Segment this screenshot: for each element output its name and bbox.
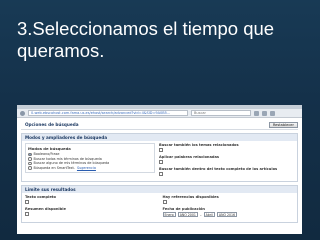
option-label: Buscar también dentro del texto completo… xyxy=(159,167,278,171)
limits-section: Limite sus resultados Texto completo Res… xyxy=(21,185,298,223)
menu-icon[interactable] xyxy=(270,110,275,116)
radio-label: Búsqueda en SmartText. xyxy=(33,166,75,171)
radio-button[interactable] xyxy=(28,152,32,157)
option-references-available: Hay referencias disponibles xyxy=(162,195,295,204)
back-icon[interactable] xyxy=(20,110,25,116)
checkbox[interactable] xyxy=(159,148,163,152)
search-modes-box: Modos de búsqueda Booleano/Frase Buscar … xyxy=(25,143,155,174)
browser-search-input[interactable]: Buscar xyxy=(191,110,251,116)
checkbox[interactable] xyxy=(159,172,163,176)
option-full-text-search: Buscar también dentro del texto completo… xyxy=(159,167,294,176)
option-label: Buscar también los temas relacionados xyxy=(159,143,239,147)
option-label: Hay referencias disponibles xyxy=(162,195,219,199)
radio-label: Buscar alguno de mis términos de búsqued… xyxy=(33,161,110,166)
publication-date-label: Fecha de publicación xyxy=(162,207,205,211)
radio-label: Buscar todos mis términos de búsqueda xyxy=(33,156,102,161)
suggestion-link[interactable]: Sugerencia xyxy=(77,166,96,170)
bookmark-icon[interactable] xyxy=(254,110,259,116)
limits-section-title: Limite sus resultados xyxy=(22,186,297,193)
radio-label: Booleano/Frase xyxy=(33,152,60,157)
option-abstract-available: Resumen disponible xyxy=(25,207,157,216)
date-separator: – xyxy=(199,212,202,217)
address-bar[interactable]: 0-web.ebscohost.com.fama.us.es/ehost/sea… xyxy=(28,110,188,116)
checkbox[interactable] xyxy=(162,200,167,204)
radio-button[interactable] xyxy=(28,161,32,166)
home-icon[interactable] xyxy=(262,110,267,116)
from-month-select[interactable]: Enero xyxy=(162,212,176,217)
slide-title: 3.Seleccionamos el tiempo que queramos. xyxy=(17,18,275,61)
radio-button[interactable] xyxy=(28,157,32,161)
options-title: Opciones de búsqueda xyxy=(25,122,79,127)
option-full-text: Texto completo xyxy=(25,195,157,204)
option-label: Texto completo xyxy=(25,195,56,199)
radio-option-smarttext[interactable]: Búsqueda en SmartText. Sugerencia xyxy=(28,166,152,171)
checkbox[interactable] xyxy=(25,200,29,204)
to-year-input[interactable]: AÑO 2016 xyxy=(216,212,238,217)
search-modes-title: Modos de búsqueda xyxy=(28,146,71,151)
checkbox[interactable] xyxy=(25,212,29,216)
modes-section: Modos y ampliadores de búsqueda Modos de… xyxy=(21,133,298,182)
to-month-select[interactable]: Abril xyxy=(203,212,215,217)
browser-screenshot: 0-web.ebscohost.com.fama.us.es/ehost/sea… xyxy=(17,105,302,234)
options-header: Opciones de búsqueda Restablecer xyxy=(21,120,298,130)
modes-section-title: Modos y ampliadores de búsqueda xyxy=(22,134,297,141)
option-label: Aplicar palabras relacionadas xyxy=(159,155,220,159)
search-options-page: Opciones de búsqueda Restablecer Modos y… xyxy=(17,118,302,233)
checkbox[interactable] xyxy=(159,160,163,164)
from-year-input[interactable]: AÑO 2001 xyxy=(177,212,198,217)
browser-toolbar: 0-web.ebscohost.com.fama.us.es/ehost/sea… xyxy=(17,109,302,118)
radio-button[interactable] xyxy=(28,166,32,170)
reset-button[interactable]: Restablecer xyxy=(268,121,298,128)
publication-date-filter: Fecha de publicación Enero AÑO 2001 – Ab… xyxy=(162,207,295,217)
option-label: Resumen disponible xyxy=(25,207,66,211)
option-related-subjects: Buscar también los temas relacionados xyxy=(159,143,294,152)
option-related-words: Aplicar palabras relacionadas xyxy=(159,155,294,164)
